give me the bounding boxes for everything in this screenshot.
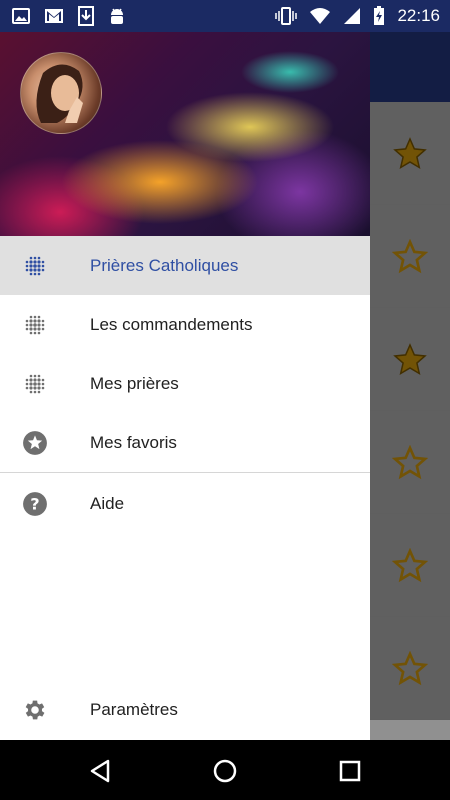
drawer-header xyxy=(0,32,370,236)
back-icon[interactable] xyxy=(86,757,114,785)
download-icon xyxy=(78,6,94,26)
image-icon xyxy=(12,8,30,24)
svg-text:?: ? xyxy=(30,494,39,513)
menu-item-parametres[interactable]: Paramètres xyxy=(0,680,370,740)
vibrate-icon xyxy=(275,7,298,25)
menu-item-label: Mes favoris xyxy=(90,432,177,452)
status-bar: 22:16 xyxy=(0,0,450,32)
menu-item-label: Les commandements xyxy=(90,314,253,334)
drawer-menu: Prières Catholiques Les commandements Me… xyxy=(0,236,370,535)
home-icon[interactable] xyxy=(211,757,239,785)
dots-grid-icon xyxy=(22,253,48,279)
battery-charging-icon xyxy=(374,6,385,25)
menu-item-label: Aide xyxy=(90,494,125,513)
star-circle-icon xyxy=(22,430,48,456)
gmail-icon xyxy=(45,9,63,23)
dots-grid-icon xyxy=(22,371,48,397)
menu-item-mes-favoris[interactable]: Mes favoris xyxy=(0,413,370,472)
menu-item-label: Paramètres xyxy=(90,700,178,719)
menu-item-label: Prières Catholiques xyxy=(90,255,239,275)
gear-icon xyxy=(22,697,48,723)
signal-icon xyxy=(344,8,361,24)
menu-item-prieres-catholiques[interactable]: Prières Catholiques xyxy=(0,236,370,295)
recents-icon[interactable] xyxy=(336,757,364,785)
avatar xyxy=(20,52,102,134)
menu-item-label: Mes prières xyxy=(90,373,179,393)
wifi-icon xyxy=(310,8,331,24)
menu-item-aide[interactable]: ? Aide xyxy=(0,473,370,535)
menu-item-commandements[interactable]: Les commandements xyxy=(0,295,370,354)
system-nav-bar xyxy=(0,740,450,800)
help-icon: ? xyxy=(22,491,48,517)
menu-item-mes-prieres[interactable]: Mes prières xyxy=(0,354,370,413)
clock: 22:16 xyxy=(397,6,440,25)
navigation-drawer: Prières Catholiques Les commandements Me… xyxy=(0,32,370,740)
android-icon xyxy=(111,8,123,24)
dots-grid-icon xyxy=(22,312,48,338)
